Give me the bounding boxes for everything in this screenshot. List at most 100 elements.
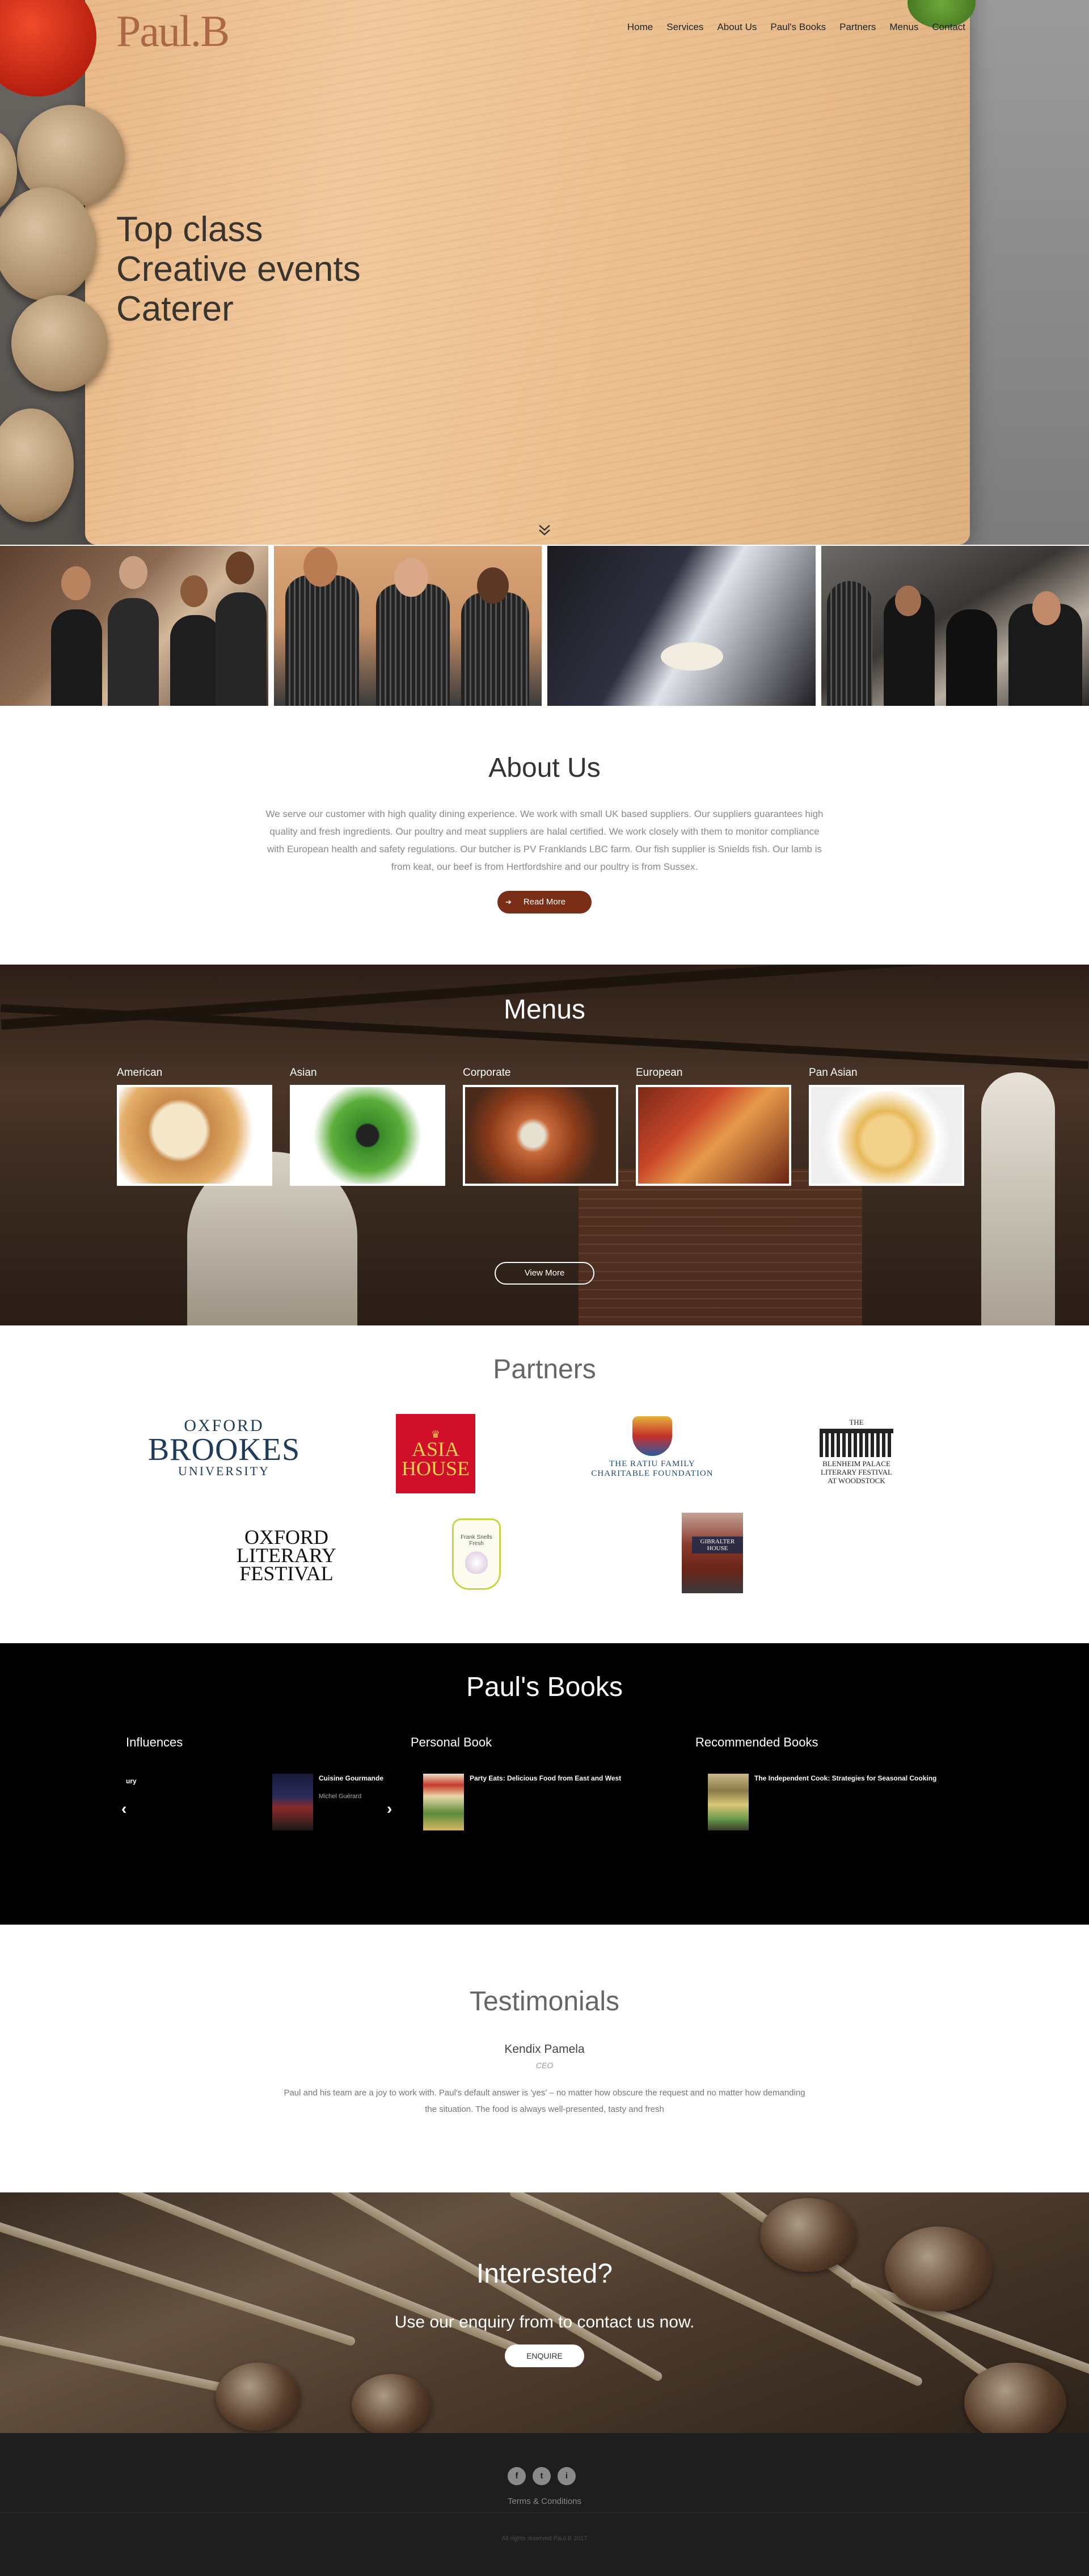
partner-logo-oxford-literary-festival[interactable]: OXFORD LITERARY FESTIVAL: [227, 1524, 346, 1586]
books-column-personal: Personal Book: [411, 1735, 492, 1749]
menu-card-image[interactable]: [636, 1085, 791, 1186]
logo-text: HOUSE: [401, 1457, 470, 1480]
section-title: About Us: [488, 753, 601, 783]
menu-card-image[interactable]: [463, 1085, 618, 1186]
book-item[interactable]: Cuisine Gourmande Michel Guérard: [272, 1774, 383, 1830]
logo-text: AT WOODSTOCK: [828, 1476, 885, 1485]
hero-background-counter: [964, 0, 1089, 545]
partner-logo-asia-house[interactable]: ♛ ASIA HOUSE: [396, 1414, 475, 1493]
menu-card-corporate[interactable]: Corporate: [463, 1067, 618, 1186]
menus-section: Menus American Asian Corporate European …: [0, 965, 1089, 1325]
partner-logo-gibralter-house[interactable]: GIBRALTER HOUSE: [682, 1513, 743, 1593]
about-section: About Us We serve our customer with high…: [0, 706, 1089, 965]
partner-logo-blenheim-literary-festival[interactable]: THE BLENHEIM PALACE LITERARY FESTIVAL AT…: [811, 1412, 902, 1491]
main-nav: Home Services About Us Paul's Books Part…: [627, 22, 965, 33]
event-photo: [821, 546, 1089, 706]
copyright: All rights reserved Paul.B 2017: [501, 2535, 588, 2542]
brick-wall: [579, 1169, 862, 1325]
terms-link[interactable]: Terms & Conditions: [0, 2497, 1089, 2506]
nav-contact[interactable]: Contact: [932, 22, 965, 33]
instagram-icon[interactable]: i: [558, 2467, 576, 2485]
testimonials-section: Testimonials Kendix Pamela CEO Paul and …: [0, 1925, 1089, 2192]
book-cover: [272, 1774, 313, 1830]
logo-text: THE: [849, 1418, 864, 1426]
menu-card-label: European: [636, 1067, 683, 1079]
chevron-left-icon[interactable]: ‹: [121, 1800, 126, 1818]
section-title: Menus: [503, 995, 586, 1025]
hero-section: Paul.B Home Services About Us Paul's Boo…: [0, 0, 1089, 545]
jar-icon: Frank Snells Fresh: [452, 1518, 501, 1590]
testimonial-role: CEO: [535, 2061, 554, 2070]
enquiry-section: Interested? Use our enquiry from to cont…: [0, 2192, 1089, 2433]
nav-pauls-books[interactable]: Paul's Books: [770, 22, 826, 33]
partner-logo-ratiu-foundation[interactable]: THE RATIU FAMILY CHARITABLE FOUNDATION: [573, 1411, 732, 1484]
event-photo: [0, 546, 268, 706]
nav-partners[interactable]: Partners: [839, 22, 876, 33]
logo-text: FESTIVAL: [239, 1562, 334, 1585]
view-more-button[interactable]: View More: [495, 1262, 594, 1285]
book-title: Party Eats: Delicious Food from East and…: [470, 1774, 622, 1782]
nav-about-us[interactable]: About Us: [717, 22, 757, 33]
menu-card-label: Corporate: [463, 1067, 511, 1079]
menu-card-label: Pan Asian: [809, 1067, 858, 1079]
event-photo: [547, 546, 816, 706]
social-links: f t i: [508, 2467, 576, 2485]
menu-card-american[interactable]: American: [117, 1067, 272, 1186]
palace-icon: [820, 1429, 893, 1457]
double-chevron-down-icon[interactable]: [536, 522, 553, 539]
hero-tagline: Top class Creative events Caterer: [116, 210, 361, 329]
section-title: Paul's Books: [466, 1672, 623, 1702]
read-more-button[interactable]: ➔ Read More: [497, 891, 592, 914]
logo-text: THE RATIU FAMILY: [609, 1459, 695, 1468]
nav-services[interactable]: Services: [666, 22, 703, 33]
facebook-icon[interactable]: f: [508, 2467, 526, 2485]
enquire-button[interactable]: ENQUIRE: [505, 2345, 584, 2367]
logo-text: Frank Snells Fresh: [461, 1534, 492, 1547]
enquiry-subtitle: Use our enquiry from to contact us now.: [394, 2313, 695, 2331]
books-section: Paul's Books Influences Personal Book Re…: [0, 1643, 1089, 1925]
event-photo: [273, 546, 542, 706]
menu-card-pan-asian[interactable]: Pan Asian: [809, 1067, 964, 1186]
mushroom-image: [11, 295, 108, 392]
twitter-icon[interactable]: t: [533, 2467, 551, 2485]
logo-text: GIBRALTER HOUSE: [692, 1537, 743, 1554]
partner-logo-oxford-brookes[interactable]: OXFORD BROOKES UNIVERSITY: [147, 1416, 301, 1479]
section-title: Partners: [493, 1354, 596, 1384]
garlic-icon: [465, 1551, 488, 1574]
footer: f t i Terms & Conditions All rights rese…: [0, 2433, 1089, 2576]
nav-home[interactable]: Home: [627, 22, 653, 33]
books-column-recommended: Recommended Books: [695, 1735, 818, 1749]
tagline-line: Caterer: [116, 289, 234, 329]
tagline-line: Creative events: [116, 250, 361, 289]
book-cover: [423, 1774, 464, 1830]
section-title: Testimonials: [469, 1986, 620, 2017]
arched-window: [981, 1072, 1055, 1325]
about-text: We serve our customer with high quality …: [265, 809, 824, 872]
logo-text: UNIVERSITY: [178, 1464, 270, 1478]
testimonial-quote: Paul and his team are a joy to work with…: [284, 2088, 805, 2114]
menu-card-asian[interactable]: Asian: [290, 1067, 445, 1186]
book-author: Michel Guérard: [319, 1793, 362, 1800]
logo-text: ASIA: [411, 1438, 459, 1460]
nav-menus[interactable]: Menus: [889, 22, 918, 33]
chevron-right-icon[interactable]: ›: [387, 1800, 392, 1818]
menu-card-image[interactable]: [809, 1085, 964, 1186]
menu-card-image[interactable]: [290, 1085, 445, 1186]
menu-card-image[interactable]: [117, 1085, 272, 1186]
photo-strip: [0, 546, 1089, 706]
logo-text: BROOKES: [147, 1432, 301, 1467]
menu-card-label: American: [117, 1067, 163, 1079]
testimonial-name: Kendix Pamela: [504, 2043, 585, 2056]
arrow-right-icon: ➔: [505, 898, 512, 906]
book-item[interactable]: The Independent Cook: Strategies for Sea…: [708, 1774, 936, 1830]
menu-card-european[interactable]: European: [636, 1067, 791, 1186]
tagline-line: Top class: [116, 210, 263, 249]
logo-text: LITERARY FESTIVAL: [820, 1468, 893, 1476]
partner-logo-frank-snells[interactable]: Frank Snells Fresh: [448, 1512, 505, 1597]
site-logo[interactable]: Paul.B: [116, 6, 230, 57]
book-title: The Independent Cook: Strategies for Sea…: [754, 1774, 937, 1782]
book-item[interactable]: Party Eats: Delicious Food from East and…: [423, 1774, 621, 1830]
book-cover: [708, 1774, 749, 1830]
partners-section: Partners OXFORD BROOKES UNIVERSITY ♛ ASI…: [0, 1325, 1089, 1643]
book-title: Cuisine Gourmande: [319, 1774, 384, 1782]
